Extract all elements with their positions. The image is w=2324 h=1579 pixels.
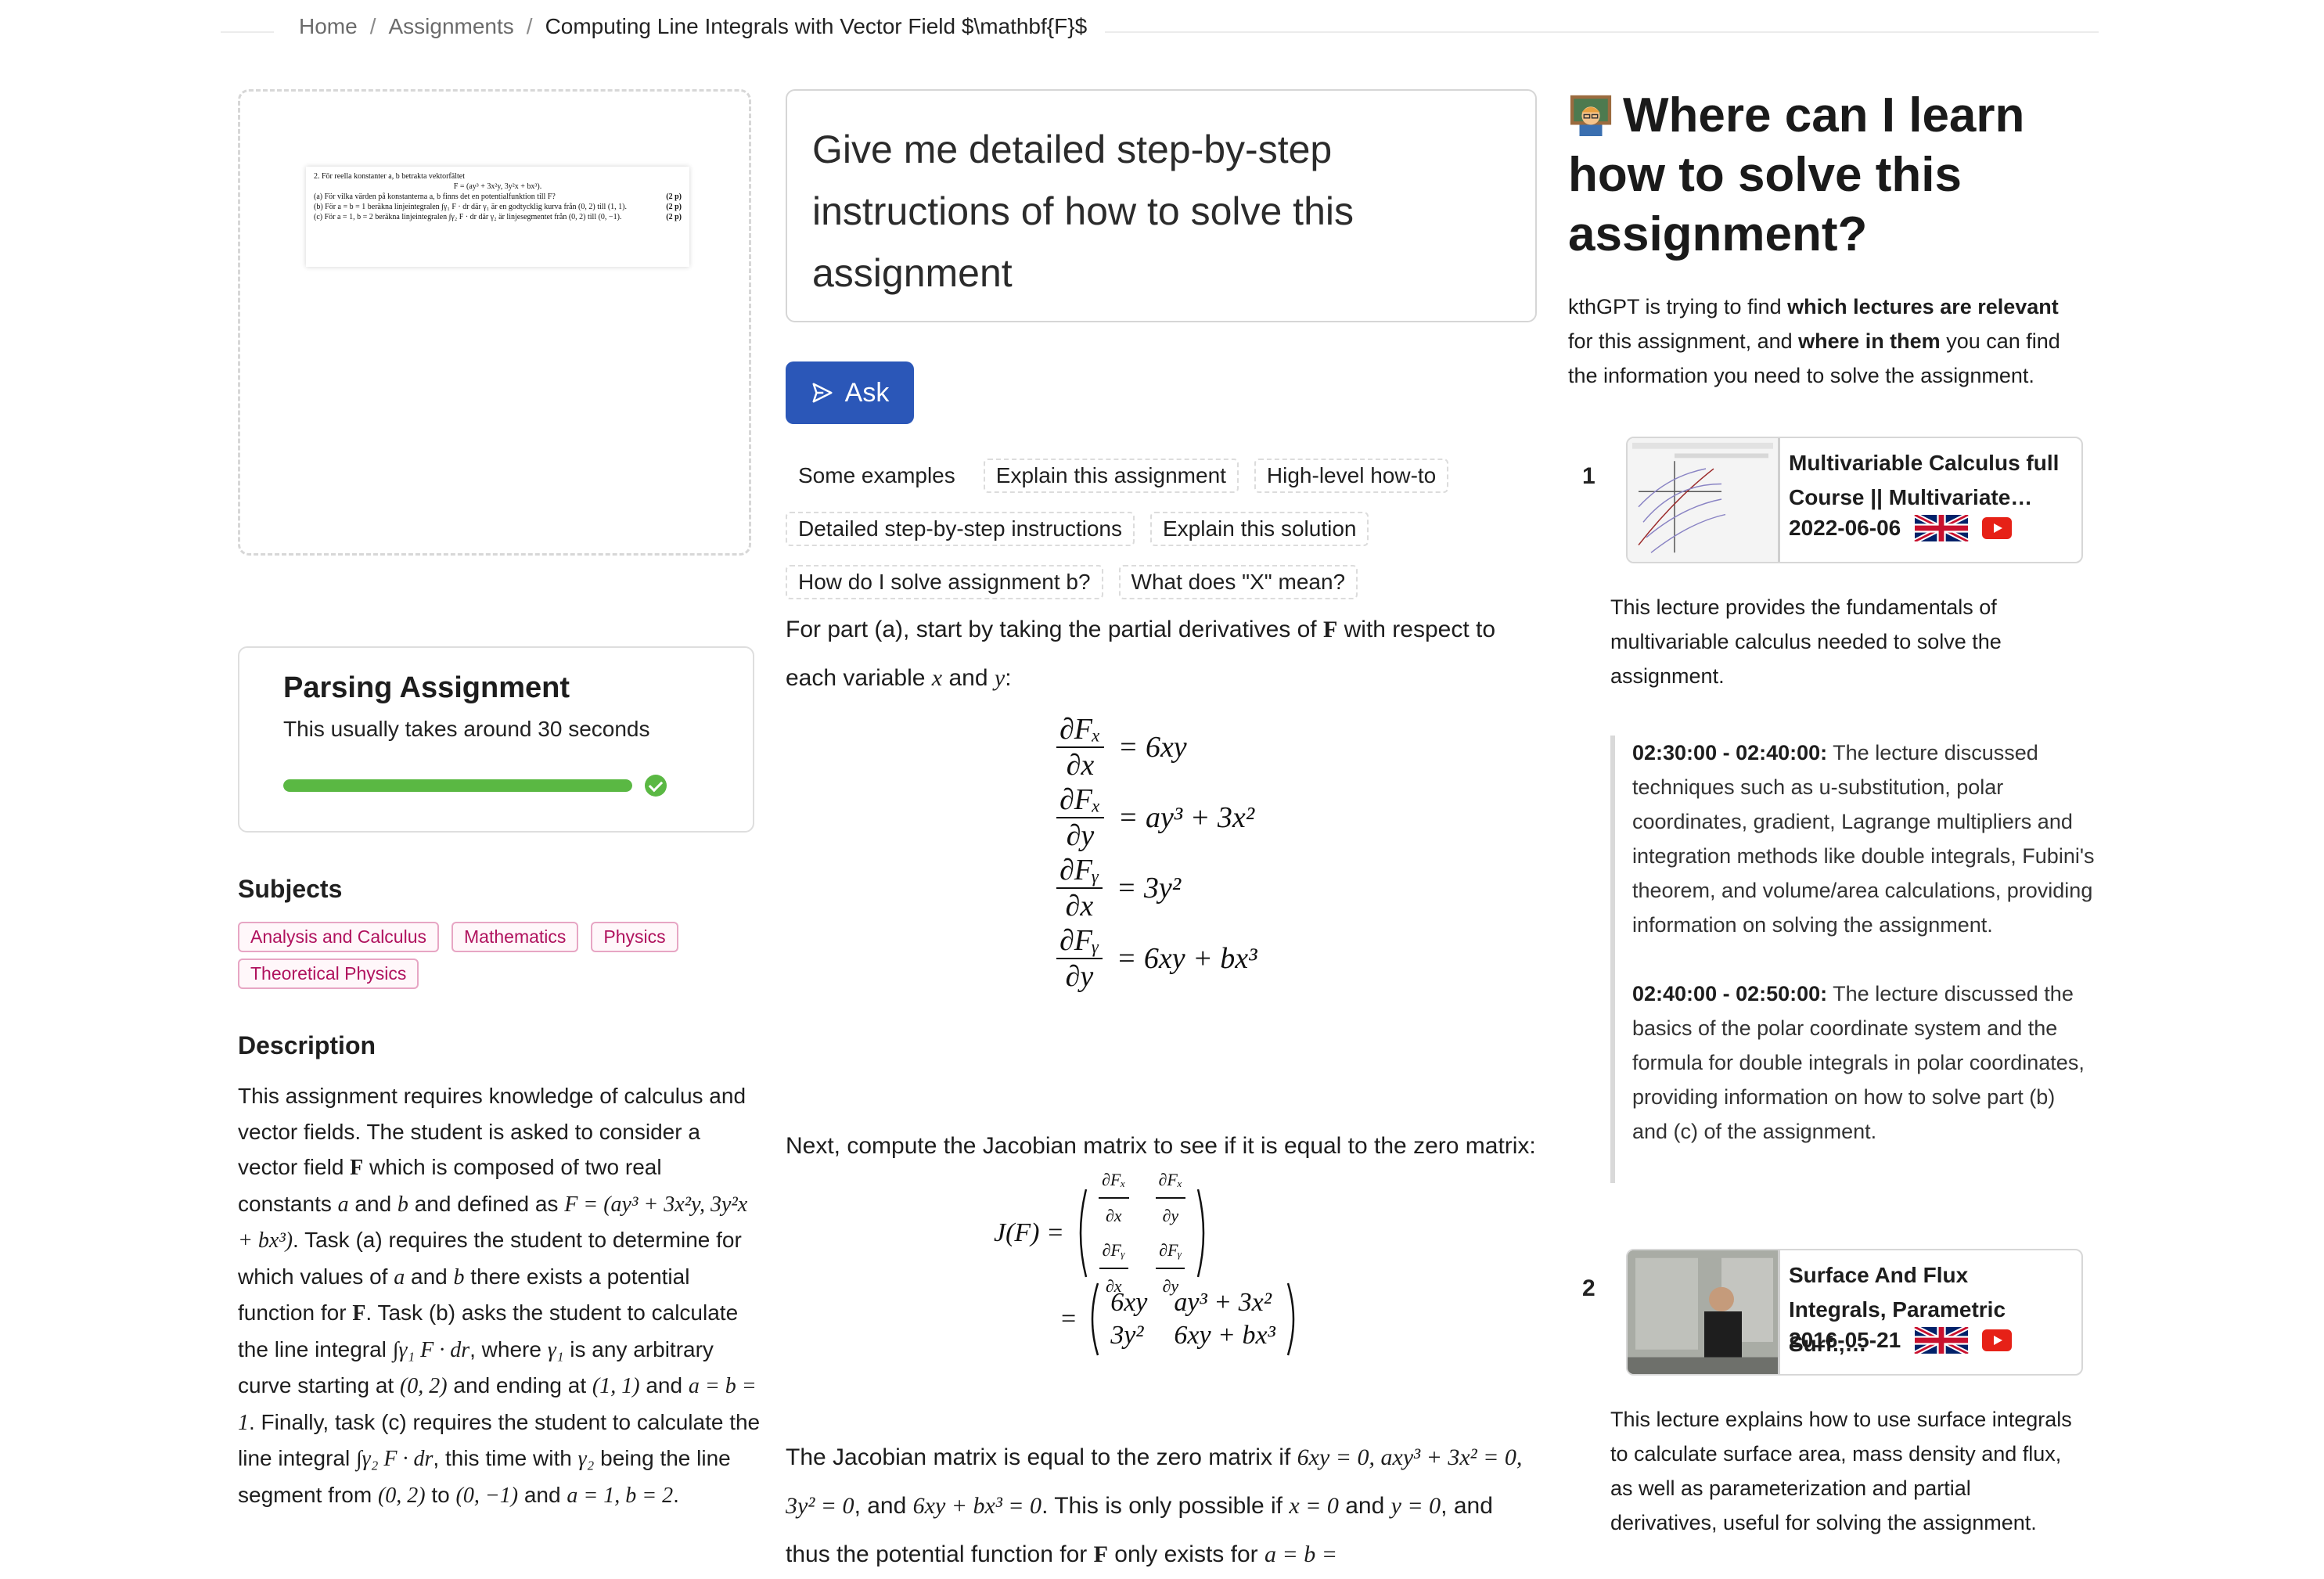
subjects-heading: Subjects bbox=[238, 875, 343, 903]
subject-tag[interactable]: Mathematics bbox=[451, 922, 579, 952]
lecture-thumbnail bbox=[1628, 1250, 1780, 1374]
lecture-card[interactable]: Surface And Flux Integrals, Parametric S… bbox=[1626, 1249, 2083, 1376]
derivative-equation: ∂Fₓ ∂y = ay³ + 3x² bbox=[1056, 782, 1257, 853]
teacher-icon bbox=[1570, 95, 1612, 136]
matrix-paren-right bbox=[1196, 1189, 1205, 1278]
breadcrumb-home[interactable]: Home bbox=[299, 14, 358, 39]
derivative-equation: ∂Fₓ ∂x = 6xy bbox=[1056, 712, 1257, 782]
lecture-summary: This lecture explains how to use surface… bbox=[1610, 1408, 2072, 1534]
assignment-image-line: F = (ay³ + 3x²y, 3y²x + bx³). bbox=[453, 182, 542, 191]
breadcrumb-current: Computing Line Integrals with Vector Fie… bbox=[545, 14, 1088, 38]
uk-flag-icon bbox=[1913, 1327, 1970, 1354]
matrix-paren-left bbox=[1091, 1282, 1099, 1356]
lecture-rank: 1 bbox=[1582, 463, 1596, 489]
description-text: This assignment requires knowledge of ca… bbox=[238, 1084, 761, 1508]
learn-intro: kthGPT is trying to find which lectures … bbox=[1568, 295, 2060, 387]
breadcrumb-divider bbox=[221, 31, 274, 33]
parsing-subtitle: This usually takes around 30 seconds bbox=[283, 717, 650, 741]
question-input[interactable]: Give me detailed step-by-step instructio… bbox=[786, 89, 1537, 322]
learn-heading: Where can I learn how to solve this assi… bbox=[1568, 88, 2025, 261]
lecture-segments: 02:30:00 - 02:40:00: The lecture discuss… bbox=[1610, 736, 2096, 1183]
youtube-icon[interactable] bbox=[1982, 517, 2013, 539]
partial-derivatives-equations: ∂Fₓ ∂x = 6xy ∂Fₓ ∂y = ay³ + 3x² ∂Fᵧ ∂x = 3y… bbox=[1056, 712, 1257, 994]
ask-button[interactable]: Ask bbox=[786, 361, 914, 424]
breadcrumb-divider bbox=[1105, 31, 2099, 33]
example-prompt-chip[interactable]: How do I solve assignment b? bbox=[786, 565, 1103, 599]
lecture-segment[interactable]: 02:40:00 - 02:50:00: The lecture discuss… bbox=[1632, 977, 2096, 1149]
breadcrumb-assignments[interactable]: Assignments bbox=[388, 14, 513, 39]
answer-paragraph: The Jacobian matrix is equal to the zero… bbox=[786, 1444, 1523, 1567]
description-heading: Description bbox=[238, 1031, 376, 1059]
youtube-icon[interactable] bbox=[1982, 1329, 2013, 1351]
lecture-rank: 2 bbox=[1582, 1275, 1596, 1301]
breadcrumb-separator: / bbox=[369, 14, 376, 38]
assignment-image-line: (c) För a = 1, b = 2 beräkna linjeintegr… bbox=[314, 213, 622, 221]
lecture-date: 2016-05-21 bbox=[1789, 1328, 1901, 1352]
breadcrumb-bar: Home / Assignments / Computing Line Inte… bbox=[221, 14, 2099, 50]
example-prompt-chip[interactable]: Explain this solution bbox=[1149, 512, 1369, 546]
example-prompt-chip[interactable]: High-level how-to bbox=[1254, 459, 1449, 493]
assignment-image-points: (2 p) bbox=[666, 192, 682, 201]
ask-button-label: Ask bbox=[844, 377, 890, 408]
assignment-image-line: 2. För reella konstanter a, b betrakta v… bbox=[314, 172, 465, 181]
answer-paragraph: For part (a), start by taking the partia… bbox=[786, 617, 1496, 691]
derivative-equation: ∂Fᵧ ∂y = 6xy + bx³ bbox=[1056, 923, 1257, 994]
subject-tag[interactable]: Physics bbox=[591, 922, 678, 952]
send-icon bbox=[812, 383, 833, 403]
matrix-paren-right bbox=[1286, 1282, 1295, 1356]
jacobian-equation: J(F) = ∂Fₓ ∂x ∂Fₓ ∂y ∂Fᵧ ∂x ∂Fᵧ ∂y = 6xy ay³ … bbox=[994, 1170, 1301, 1358]
assignment-image-line: (b) För a = b = 1 beräkna linjeintegrale… bbox=[314, 203, 627, 211]
subject-tag[interactable]: Analysis and Calculus bbox=[238, 922, 440, 952]
assignment-image: 2. För reella konstanter a, b betrakta v… bbox=[306, 167, 689, 267]
example-prompt-chip[interactable]: Explain this assignment bbox=[983, 459, 1239, 493]
assignment-image-line: (a) För vilka värden på konstanterna a, … bbox=[314, 192, 556, 201]
lecture-thumbnail bbox=[1628, 438, 1780, 562]
lecture-segment[interactable]: 02:30:00 - 02:40:00: The lecture discuss… bbox=[1632, 736, 2096, 942]
lecture-meta: 2016-05-21 bbox=[1789, 1327, 2013, 1354]
uk-flag-icon bbox=[1913, 515, 1970, 541]
examples-label: Some examples bbox=[798, 463, 955, 487]
parsing-status-card: Parsing Assignment This usually takes ar… bbox=[238, 646, 754, 833]
subject-tag[interactable]: Theoretical Physics bbox=[238, 959, 419, 989]
parsing-title: Parsing Assignment bbox=[283, 671, 570, 704]
parsing-progress-bar bbox=[283, 779, 632, 792]
check-icon bbox=[645, 775, 667, 797]
assignment-image-points: (2 p) bbox=[666, 213, 682, 221]
assignment-image-dropzone[interactable]: 2. För reella konstanter a, b betrakta v… bbox=[238, 89, 751, 556]
example-prompt-chip[interactable]: Detailed step-by-step instructions bbox=[786, 512, 1135, 546]
subject-tags: Analysis and Calculus Mathematics Physic… bbox=[238, 922, 723, 989]
breadcrumb-separator: / bbox=[526, 14, 533, 38]
example-prompt-chip[interactable]: What does "X" mean? bbox=[1118, 565, 1358, 599]
breadcrumb: Home / Assignments / Computing Line Inte… bbox=[299, 14, 1087, 39]
parsing-progress-fill bbox=[283, 779, 632, 792]
derivative-equation: ∂Fᵧ ∂x = 3y² bbox=[1056, 853, 1257, 923]
lecture-title[interactable]: Multivariable Calculus full Course || Mu… bbox=[1789, 446, 2070, 515]
lecture-meta: 2022-06-06 bbox=[1789, 515, 2013, 541]
matrix-paren-left bbox=[1079, 1189, 1088, 1278]
example-prompts: Some examples Explain this assignment Hi… bbox=[786, 457, 1490, 617]
lecture-date: 2022-06-06 bbox=[1789, 516, 1901, 540]
lecture-summary: This lecture provides the fundamentals o… bbox=[1610, 595, 2002, 688]
assignment-image-points: (2 p) bbox=[666, 203, 682, 211]
lecture-card[interactable]: Multivariable Calculus full Course || Mu… bbox=[1626, 437, 2083, 563]
